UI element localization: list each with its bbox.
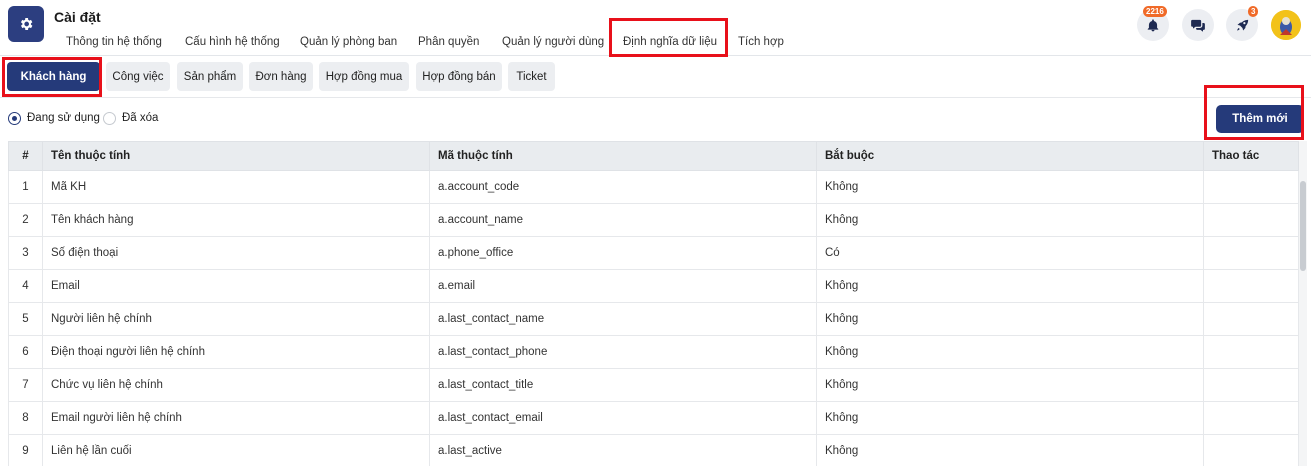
row-actions[interactable]: [1203, 302, 1299, 336]
row-actions[interactable]: [1203, 203, 1299, 237]
highlight-box-customers-tab: [2, 57, 102, 97]
attribute-required: Không: [816, 434, 1204, 466]
row-index: 6: [8, 335, 43, 369]
highlight-box-data-definition-tab: [609, 18, 728, 57]
tab-products[interactable]: Sản phẩm: [177, 62, 243, 91]
bell-icon: [1147, 18, 1159, 31]
scrollbar-thumb[interactable]: [1300, 181, 1306, 271]
row-index: 3: [8, 236, 43, 270]
attribute-name: Liên hệ lần cuối: [42, 434, 430, 466]
attribute-code: a.last_active: [429, 434, 817, 466]
notification-count-badge: 2216: [1143, 6, 1167, 17]
table-row[interactable]: 7 Chức vụ liên hệ chính a.last_contact_t…: [8, 368, 1299, 402]
row-index: 7: [8, 368, 43, 402]
table-row[interactable]: 6 Điện thoại người liên hệ chính a.last_…: [8, 335, 1299, 369]
radio-deleted-label[interactable]: Đã xóa: [122, 112, 158, 124]
table-row[interactable]: 2 Tên khách hàng a.account_name Không: [8, 203, 1299, 237]
row-actions[interactable]: [1203, 170, 1299, 204]
tab-system-config[interactable]: Cấu hình hệ thống: [185, 36, 280, 48]
row-actions[interactable]: [1203, 335, 1299, 369]
row-actions[interactable]: [1203, 236, 1299, 270]
row-actions[interactable]: [1203, 401, 1299, 435]
radio-deleted[interactable]: [103, 112, 116, 125]
attribute-name: Điện thoại người liên hệ chính: [42, 335, 430, 369]
attribute-required: Không: [816, 269, 1204, 303]
attribute-required: Không: [816, 170, 1204, 204]
attribute-code: a.account_code: [429, 170, 817, 204]
settings-page: Cài đặt Thông tin hệ thống Cấu hình hệ t…: [0, 0, 1311, 466]
row-actions[interactable]: [1203, 368, 1299, 402]
radio-in-use-label[interactable]: Đang sử dụng: [27, 112, 100, 124]
table-row[interactable]: 1 Mã KH a.account_code Không: [8, 170, 1299, 204]
column-header-name: Tên thuộc tính: [42, 141, 430, 171]
chat-button[interactable]: [1182, 9, 1214, 41]
tab-tasks[interactable]: Công việc: [106, 62, 170, 91]
entity-tabs: Khách hàng Công việc Sản phẩm Đơn hàng H…: [0, 56, 1311, 98]
attribute-code: a.account_name: [429, 203, 817, 237]
rocket-icon: [1236, 19, 1248, 30]
rocket-button[interactable]: 3: [1226, 6, 1259, 41]
row-index: 4: [8, 269, 43, 303]
row-index: 9: [8, 434, 43, 466]
tab-departments[interactable]: Quản lý phòng ban: [300, 36, 397, 48]
column-header-actions: Thao tác: [1203, 141, 1299, 171]
attribute-name: Email: [42, 269, 430, 303]
attribute-required: Không: [816, 335, 1204, 369]
page-title: Cài đặt: [54, 9, 101, 25]
attribute-code: a.phone_office: [429, 236, 817, 270]
chat-icon: [1191, 19, 1205, 32]
attribute-code: a.last_contact_title: [429, 368, 817, 402]
attribute-required: Không: [816, 203, 1204, 237]
attribute-name: Tên khách hàng: [42, 203, 430, 237]
tab-system-info[interactable]: Thông tin hệ thống: [66, 36, 162, 48]
attribute-required: Không: [816, 368, 1204, 402]
attribute-name: Chức vụ liên hệ chính: [42, 368, 430, 402]
radio-in-use[interactable]: [8, 112, 21, 125]
rocket-count-badge: 3: [1248, 6, 1259, 17]
column-header-code: Mã thuộc tính: [429, 141, 817, 171]
row-actions[interactable]: [1203, 434, 1299, 466]
avatar[interactable]: [1271, 10, 1301, 40]
vertical-scrollbar[interactable]: [1299, 141, 1307, 466]
attribute-code: a.email: [429, 269, 817, 303]
highlight-box-add-button: [1204, 85, 1304, 140]
column-header-required: Bắt buộc: [816, 141, 1204, 171]
attribute-name: Email người liên hệ chính: [42, 401, 430, 435]
tab-permissions[interactable]: Phân quyền: [418, 36, 479, 48]
attribute-required: Không: [816, 302, 1204, 336]
tab-users[interactable]: Quản lý người dùng: [502, 36, 604, 48]
attribute-required: Có: [816, 236, 1204, 270]
table-row[interactable]: 5 Người liên hệ chính a.last_contact_nam…: [8, 302, 1299, 336]
attribute-name: Số điện thoại: [42, 236, 430, 270]
attribute-code: a.last_contact_email: [429, 401, 817, 435]
table-row[interactable]: 8 Email người liên hệ chính a.last_conta…: [8, 401, 1299, 435]
table-row[interactable]: 4 Email a.email Không: [8, 269, 1299, 303]
tab-integrations[interactable]: Tích hợp: [738, 36, 784, 48]
row-index: 2: [8, 203, 43, 237]
attributes-table: # Tên thuộc tính Mã thuộc tính Bắt buộc …: [8, 141, 1299, 466]
tab-sales-contracts[interactable]: Hợp đồng bán: [416, 62, 502, 91]
gear-icon[interactable]: [8, 6, 44, 42]
avatar-image: [1271, 10, 1301, 40]
tab-orders[interactable]: Đơn hàng: [249, 62, 313, 91]
attribute-name: Mã KH: [42, 170, 430, 204]
attribute-code: a.last_contact_name: [429, 302, 817, 336]
notifications-button[interactable]: 2216: [1137, 6, 1169, 41]
row-index: 1: [8, 170, 43, 204]
row-actions[interactable]: [1203, 269, 1299, 303]
row-index: 5: [8, 302, 43, 336]
attribute-name: Người liên hệ chính: [42, 302, 430, 336]
table-row[interactable]: 9 Liên hệ lần cuối a.last_active Không: [8, 434, 1299, 466]
attribute-required: Không: [816, 401, 1204, 435]
attribute-code: a.last_contact_phone: [429, 335, 817, 369]
tab-purchase-contracts[interactable]: Hợp đồng mua: [319, 62, 409, 91]
table-header-row: # Tên thuộc tính Mã thuộc tính Bắt buộc …: [8, 141, 1299, 171]
table-row[interactable]: 3 Số điện thoại a.phone_office Có: [8, 236, 1299, 270]
column-header-index: #: [8, 141, 43, 171]
tab-ticket[interactable]: Ticket: [508, 62, 555, 91]
row-index: 8: [8, 401, 43, 435]
